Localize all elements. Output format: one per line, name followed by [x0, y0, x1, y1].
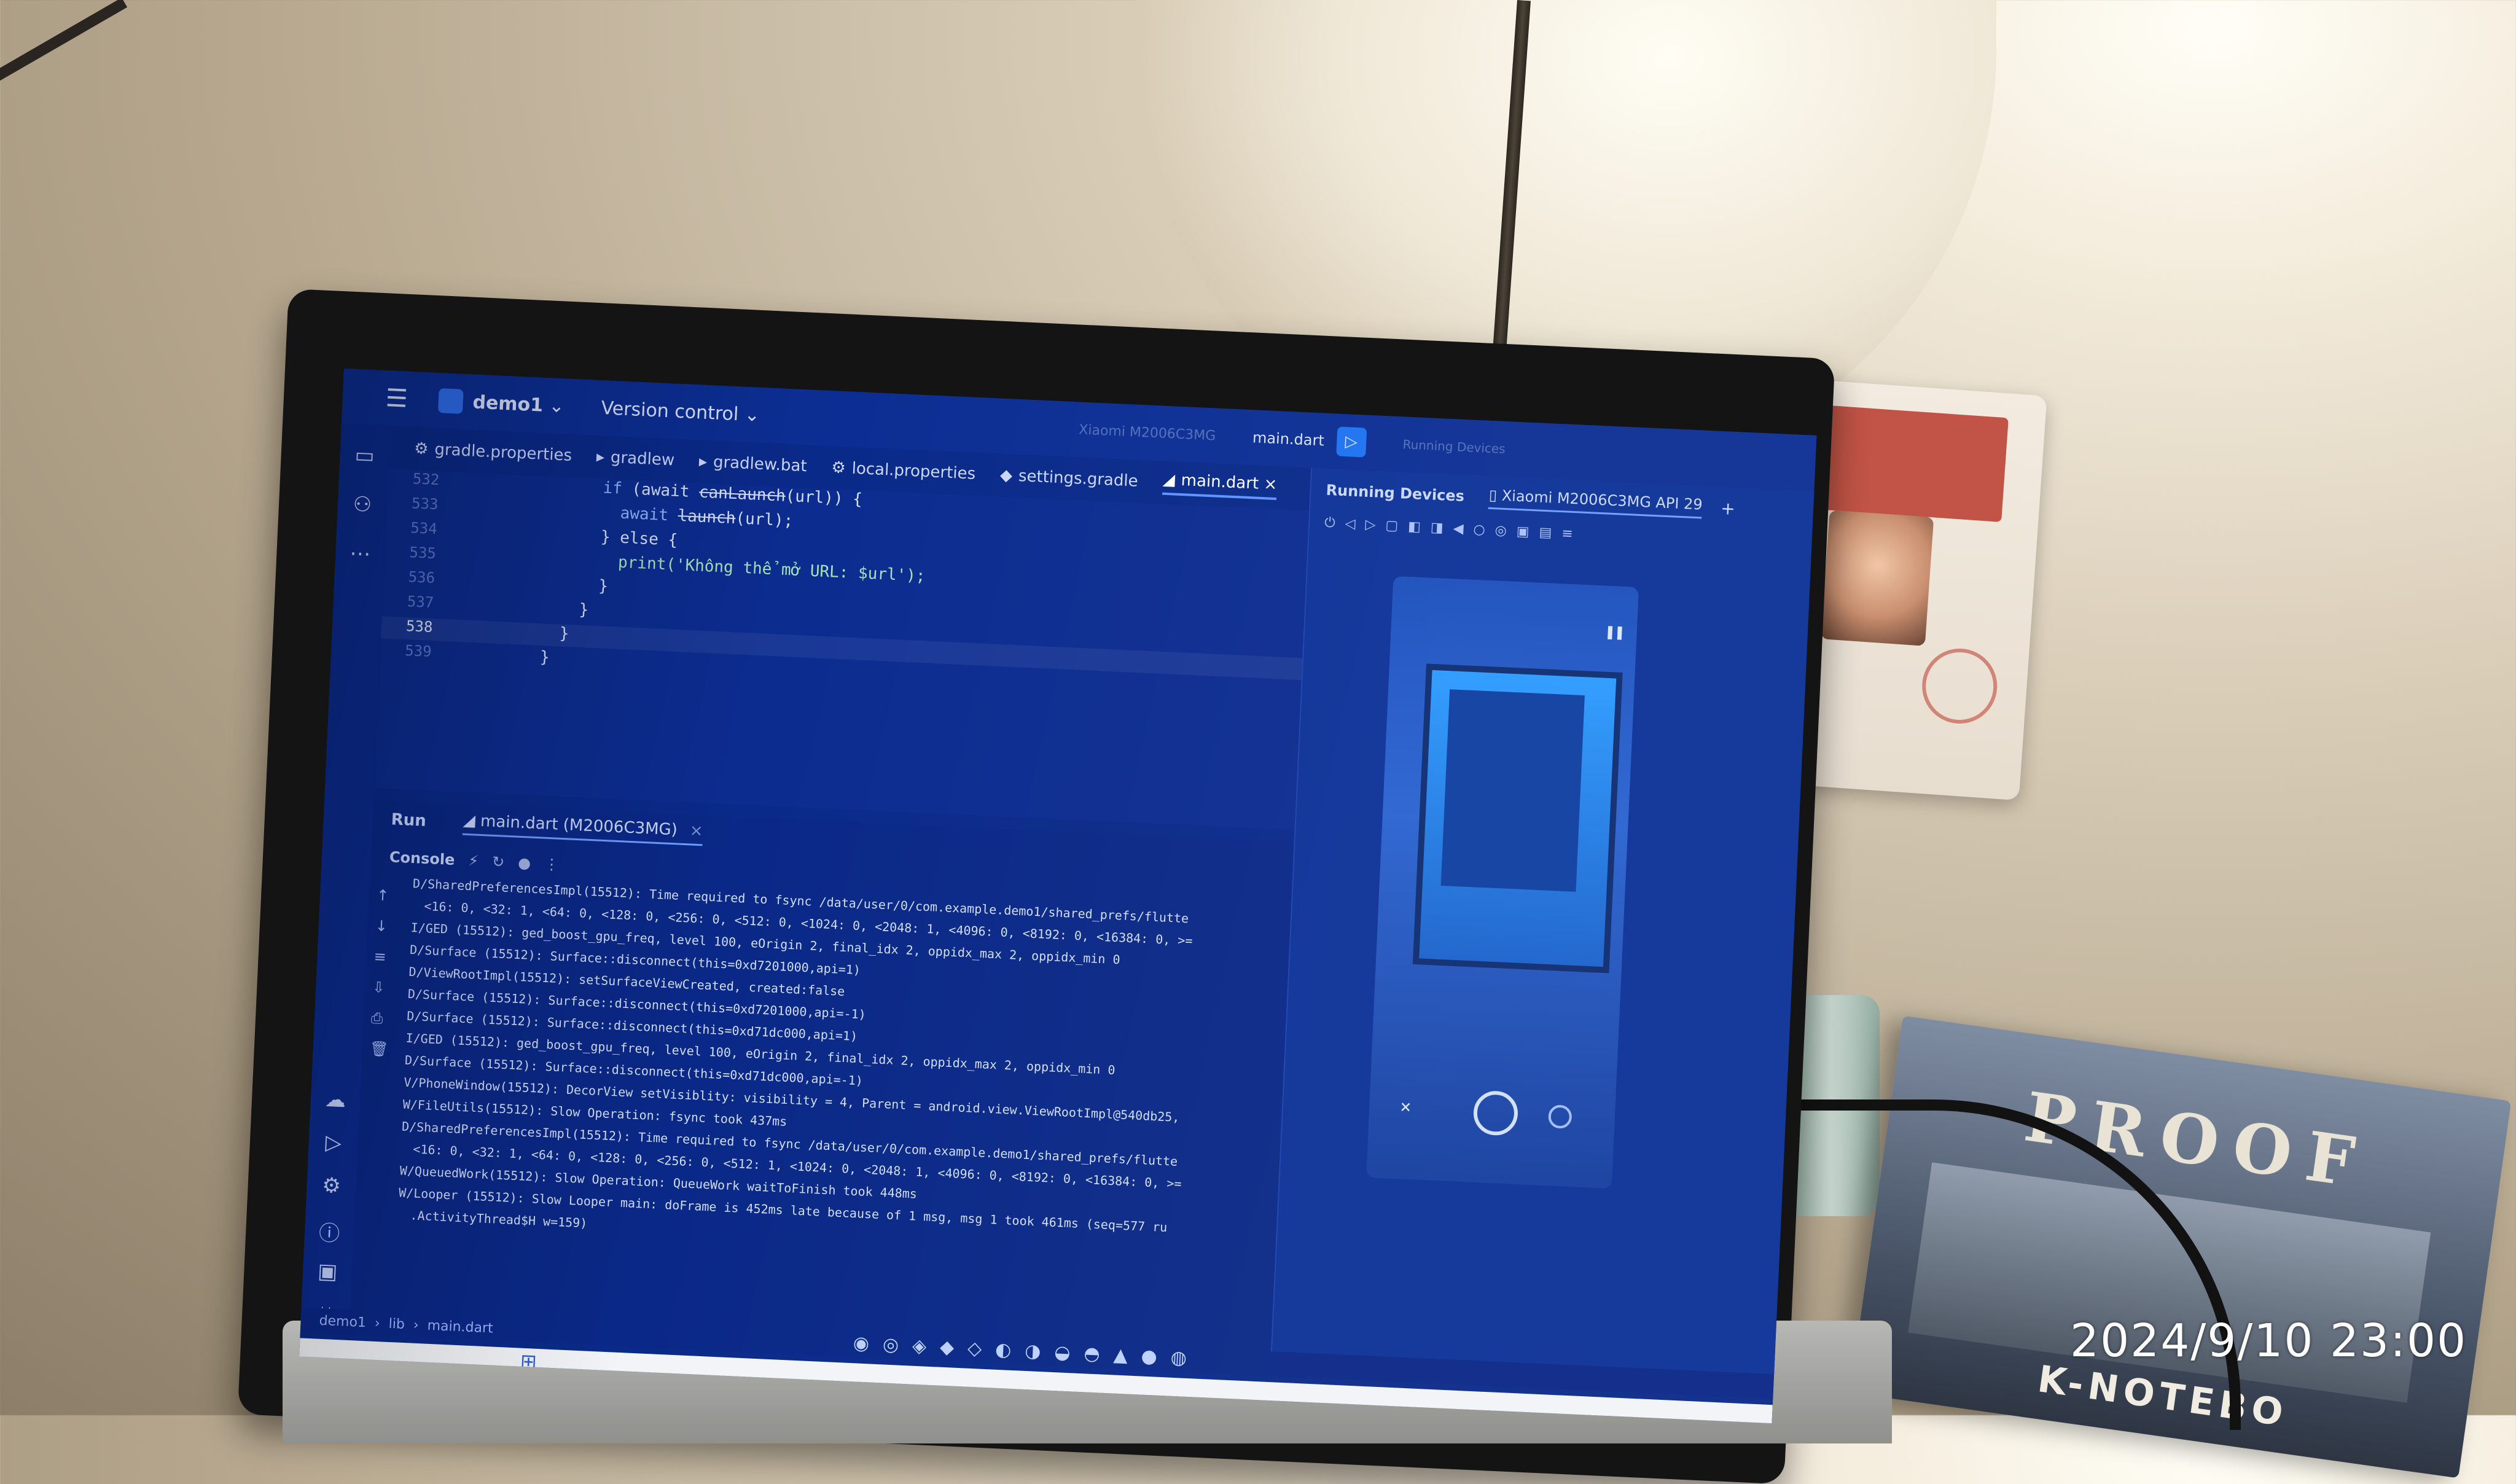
- add-device-icon[interactable]: +: [1721, 498, 1736, 518]
- print-icon[interactable]: ⎙: [370, 1009, 383, 1027]
- device-selector[interactable]: Xiaomi M2006C3MG: [1079, 422, 1216, 443]
- gear-icon: ⚙: [830, 458, 846, 478]
- code-line: } else {: [600, 528, 678, 550]
- code-content: if (await canLaunch(url)) { await launch…: [448, 472, 1297, 829]
- code-line: }: [578, 600, 589, 620]
- line-number: 535: [408, 544, 437, 563]
- console-output[interactable]: D/SharedPreferencesImpl(15512): Time req…: [395, 876, 1284, 1314]
- line-number-gutter: 532 533 534 535 536 537 538 539: [374, 469, 456, 791]
- phone-icon: ▯: [1488, 486, 1502, 504]
- problems-icon[interactable]: ⓘ: [317, 1216, 343, 1247]
- line-number: 536: [408, 568, 436, 587]
- code-line: await launch(url);: [620, 504, 794, 531]
- version-control-menu[interactable]: Version control: [601, 397, 739, 425]
- tab-settings-gradle[interactable]: ◆ settings.gradle: [999, 466, 1138, 491]
- breadcrumb-item[interactable]: demo1: [319, 1313, 366, 1330]
- pause-icon[interactable]: ❚❚: [1605, 623, 1625, 642]
- chevron-down-icon: ⌄: [542, 394, 565, 417]
- close-icon[interactable]: ×: [689, 821, 703, 840]
- line-number: 537: [407, 593, 434, 612]
- scroll-up-icon[interactable]: ↑: [377, 886, 389, 904]
- hot-reload-icon[interactable]: ⚡: [468, 852, 479, 870]
- wall-cable: [0, 0, 128, 87]
- flip-camera-icon[interactable]: [1547, 1104, 1572, 1129]
- running-devices-label-dim: Running Devices: [1402, 437, 1506, 456]
- device-mirror-screen[interactable]: ❚❚ ×: [1365, 576, 1639, 1189]
- laptop-screen: ☰ demo1 ⌄ Version control ⌄ Xiaomi M2006…: [299, 369, 1817, 1424]
- project-selector[interactable]: demo1: [472, 391, 544, 416]
- tab-local-properties[interactable]: ⚙ local.properties: [831, 458, 976, 483]
- camera-preview: [1412, 663, 1623, 974]
- play-icon: ▷: [1345, 432, 1358, 451]
- terminal-icon: ▸: [698, 452, 708, 471]
- terminal-icon[interactable]: ▣: [314, 1259, 340, 1284]
- project-icon: [437, 388, 464, 414]
- stop-icon[interactable]: ●: [518, 854, 531, 872]
- badge-photo: [1821, 510, 1934, 646]
- gear-icon: ⚙: [413, 439, 429, 459]
- tab-gradle-properties[interactable]: ⚙ gradle.properties: [414, 439, 572, 465]
- line-number: 534: [410, 519, 438, 538]
- run-button[interactable]: ▷: [1335, 426, 1367, 458]
- line-number-current: 538: [405, 617, 434, 636]
- code-line: }: [598, 577, 609, 596]
- run-configuration[interactable]: main.dart: [1252, 429, 1324, 449]
- code-line: }: [559, 624, 570, 644]
- breadcrumb-item[interactable]: lib: [388, 1316, 405, 1332]
- shutter-button[interactable]: [1472, 1090, 1519, 1136]
- chevron-right-icon: ›: [413, 1317, 420, 1333]
- terminal-icon: ▸: [596, 447, 605, 467]
- running-devices-panel: Running Devices ▯ Xiaomi M2006C3MG API 2…: [1270, 467, 1816, 1375]
- project-folder-icon[interactable]: ▭: [352, 443, 378, 469]
- gradle-icon: ◆: [999, 466, 1013, 485]
- badge-header: [1817, 405, 2009, 523]
- dart-icon: ◢: [463, 811, 481, 830]
- run-tool-window: Run ◢ main.dart (M2006C3MG) × Console ⚡ ↻…: [350, 800, 1294, 1352]
- chevron-right-icon: ›: [374, 1315, 381, 1331]
- camera-subject: [1440, 689, 1585, 892]
- line-number: 533: [411, 494, 439, 514]
- tab-gradlew[interactable]: ▸ gradlew: [596, 448, 674, 470]
- breadcrumb-item[interactable]: main.dart: [427, 1318, 493, 1336]
- run-title: Run: [391, 810, 427, 830]
- close-icon[interactable]: ×: [1399, 1096, 1412, 1118]
- more-options-icon[interactable]: ⋮: [544, 856, 560, 873]
- more-tools-icon[interactable]: ⋯: [347, 541, 373, 567]
- scroll-down-icon[interactable]: ↓: [375, 917, 388, 935]
- tab-main-dart[interactable]: ◢ main.dart ×: [1162, 470, 1278, 501]
- dart-icon: ◢: [1162, 470, 1176, 490]
- run-session-tab[interactable]: ◢ main.dart (M2006C3MG) ×: [462, 811, 704, 846]
- trash-icon[interactable]: 🗑: [369, 1040, 389, 1058]
- hot-restart-icon[interactable]: ↻: [492, 853, 505, 871]
- code-line: }: [539, 647, 550, 667]
- line-number: 539: [404, 641, 432, 660]
- photo-timestamp: 2024/9/10 23:00: [2070, 1314, 2467, 1367]
- soft-wrap-icon[interactable]: ≡: [373, 948, 386, 966]
- debug-icon[interactable]: ⚙: [319, 1173, 345, 1199]
- main-menu-icon[interactable]: ☰: [385, 384, 408, 413]
- scroll-to-end-icon[interactable]: ⇩: [372, 978, 385, 996]
- run-tool-icon[interactable]: ▷: [321, 1130, 346, 1156]
- device-tab[interactable]: ▯ Xiaomi M2006C3MG API 29: [1488, 486, 1703, 519]
- code-line: print('Không thể mở URL: $url');: [617, 553, 926, 586]
- structure-icon[interactable]: ⚇: [350, 492, 375, 518]
- tab-gradlew-bat[interactable]: ▸ gradlew.bat: [698, 452, 807, 475]
- badge-stamp: [1920, 646, 2000, 727]
- cloud-icon[interactable]: ☁: [322, 1087, 348, 1113]
- log-line: .ActivityThread$H w=159): [410, 1208, 588, 1231]
- code-editor[interactable]: 532 533 534 535 536 537 538 539 if (awai…: [374, 469, 1310, 830]
- chevron-down-icon: ⌄: [738, 403, 760, 426]
- console-tab[interactable]: Console: [389, 848, 455, 869]
- line-number: 532: [412, 470, 440, 489]
- running-devices-title: Running Devices: [1326, 481, 1465, 505]
- close-icon[interactable]: ×: [1259, 475, 1278, 494]
